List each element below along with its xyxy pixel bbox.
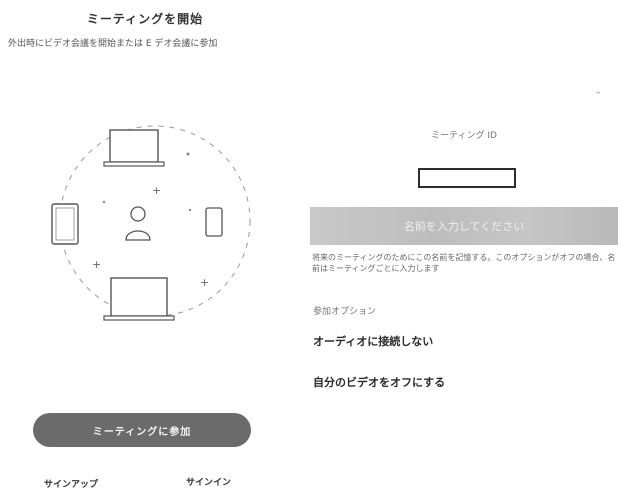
- tablet-icon: [51, 203, 79, 245]
- sign-up-link[interactable]: サインアップ: [44, 477, 98, 490]
- plus-icon: +: [152, 184, 161, 197]
- plus-icon: +: [200, 276, 209, 289]
- meeting-id-input[interactable]: [418, 168, 516, 188]
- meeting-id-hint: ミーティング ID: [431, 131, 497, 141]
- chevron-down-icon[interactable]: ⌄: [594, 86, 602, 97]
- laptop-icon: [103, 277, 175, 321]
- phone-icon: [205, 207, 223, 237]
- user-icon: [125, 206, 151, 241]
- plus-icon: +: [92, 258, 101, 271]
- laptop-icon: [103, 129, 165, 167]
- name-input[interactable]: 名前を入力してください: [310, 207, 618, 245]
- join-options-label: 参加オプション: [313, 307, 377, 317]
- sign-in-link[interactable]: サインイン: [186, 475, 231, 488]
- page-subtitle: 外出時にビデオ会議を開始または E デオ会議に参加: [8, 39, 218, 49]
- video-off-option[interactable]: 自分のビデオをオフにする: [313, 374, 445, 390]
- page-title: ミーティングを開始: [86, 12, 204, 26]
- no-audio-option[interactable]: オーディオに接続しない: [313, 333, 433, 349]
- remember-name-note: 将来のミーティングのためにこの名前を記憶する。このオプションがオフの場合、名前は…: [312, 253, 616, 273]
- devices-illustration: + + +: [51, 125, 251, 321]
- join-meeting-button[interactable]: ミーティングに参加: [33, 413, 251, 447]
